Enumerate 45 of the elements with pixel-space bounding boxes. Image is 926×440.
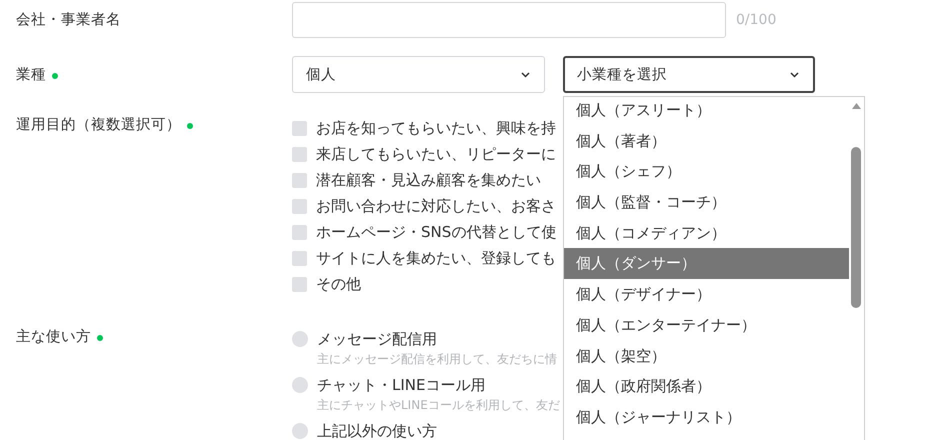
checkbox-label: その他 bbox=[316, 274, 361, 294]
radio-button[interactable] bbox=[292, 377, 308, 393]
dropdown-option[interactable]: 個人（監督・コーチ） bbox=[564, 187, 849, 218]
field-label: 業種 bbox=[16, 66, 46, 84]
field-label: 会社・事業者名 bbox=[16, 10, 122, 30]
sub-industry-select[interactable]: 小業種を選択 bbox=[563, 56, 815, 93]
dropdown-option[interactable]: 個人（政府関係者） bbox=[564, 371, 849, 402]
caret-icon bbox=[790, 72, 799, 78]
dropdown-option[interactable]: 個人（アスリート） bbox=[564, 97, 849, 126]
checkbox[interactable] bbox=[292, 224, 307, 240]
dropdown-option[interactable]: 個人（エンターテイナー） bbox=[564, 310, 849, 340]
checkbox[interactable] bbox=[292, 120, 307, 136]
radio-button[interactable] bbox=[292, 331, 308, 347]
dropdown-option[interactable]: 個人（著者） bbox=[564, 126, 849, 156]
dropdown-option[interactable]: 個人（デザイナー） bbox=[564, 279, 849, 310]
scrollbar-thumb[interactable] bbox=[851, 147, 861, 308]
company-name-input[interactable] bbox=[292, 2, 726, 38]
checkbox-label: ホームページ・SNSの代替として使 bbox=[316, 222, 556, 242]
checkbox[interactable] bbox=[292, 276, 307, 292]
character-count: 0/100 bbox=[736, 12, 776, 28]
caret-icon bbox=[521, 72, 530, 78]
checkbox[interactable] bbox=[292, 172, 307, 188]
radio-label: メッセージ配信用 bbox=[317, 330, 437, 348]
radio-label: 上記以外の使い方 bbox=[317, 422, 437, 440]
dropdown-option[interactable]: 個人（コメディアン） bbox=[564, 218, 849, 248]
dropdown-option[interactable]: 個人（ジャーナリスト） bbox=[564, 402, 849, 433]
industry-select[interactable]: 個人 bbox=[292, 56, 545, 93]
checkbox[interactable] bbox=[292, 146, 307, 162]
checkbox[interactable] bbox=[292, 198, 307, 214]
option-description: 主にチャットやLINEコールを利用して、友だ bbox=[316, 397, 560, 414]
checkbox-label: お問い合わせに対応したい、お客さ bbox=[316, 196, 556, 216]
dropdown-option[interactable]: 個人（ダンサー） bbox=[564, 248, 849, 280]
checkbox-label: お店を知ってもらいたい、興味を持 bbox=[316, 118, 556, 138]
scroll-up-icon[interactable] bbox=[852, 103, 861, 109]
option-description: 主にメッセージ配信を利用して、友だちに情 bbox=[316, 351, 558, 368]
checkbox[interactable] bbox=[292, 250, 307, 266]
dropdown-option[interactable]: 個人（シェフ） bbox=[564, 156, 849, 188]
field-label: 主な使い方 bbox=[16, 328, 91, 347]
field-label: 運用目的（複数選択可） bbox=[16, 116, 181, 135]
checkbox-label: サイトに人を集めたい、登録しても bbox=[316, 248, 556, 268]
dropdown-option[interactable]: 個人（架空） bbox=[564, 340, 849, 372]
radio-button[interactable] bbox=[292, 423, 308, 439]
checkbox-label: 潜在顧客・見込み顧客を集めたい bbox=[316, 170, 541, 190]
radio-label: チャット・LINEコール用 bbox=[317, 376, 486, 394]
checkbox-label: 来店してもらいたい、リピーターに bbox=[316, 144, 556, 164]
